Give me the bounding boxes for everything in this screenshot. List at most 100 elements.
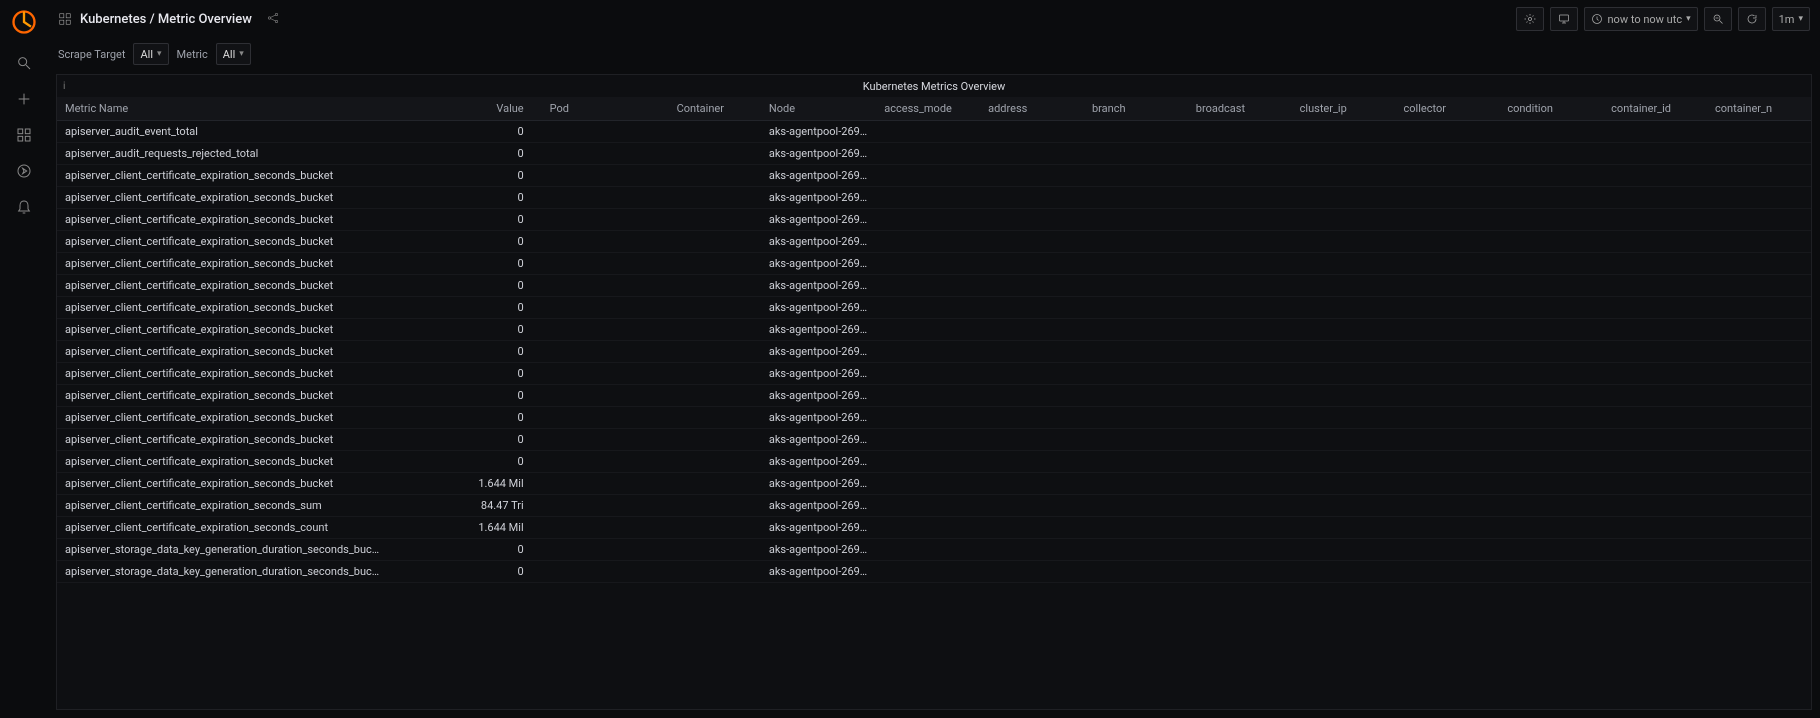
column-header[interactable]: Value <box>426 97 541 121</box>
metric-select[interactable]: All ▾ <box>216 43 251 65</box>
table-row[interactable]: apiserver_client_certificate_expiration_… <box>57 341 1811 363</box>
table-cell <box>1395 319 1499 341</box>
panel-title[interactable]: Kubernetes Metrics Overview <box>57 80 1811 93</box>
table-cell <box>542 121 669 143</box>
refresh-button[interactable] <box>1738 7 1766 31</box>
column-header[interactable]: broadcast <box>1188 97 1292 121</box>
table-cell: apiserver_client_certificate_expiration_… <box>57 297 426 319</box>
table-cell <box>1603 495 1707 517</box>
table-cell: apiserver_client_certificate_expiration_… <box>57 517 426 539</box>
table-cell <box>1707 561 1811 583</box>
table-row[interactable]: apiserver_audit_requests_rejected_total0… <box>57 143 1811 165</box>
table-cell <box>1292 297 1396 319</box>
table-cell: 0 <box>426 165 541 187</box>
settings-button[interactable] <box>1516 7 1544 31</box>
refresh-interval-picker[interactable]: 1m ▾ <box>1772 7 1810 31</box>
column-header[interactable]: Pod <box>542 97 669 121</box>
column-header[interactable]: branch <box>1084 97 1188 121</box>
table-cell <box>1603 429 1707 451</box>
table-row[interactable]: apiserver_client_certificate_expiration_… <box>57 165 1811 187</box>
table-cell <box>1395 517 1499 539</box>
table-cell <box>1603 253 1707 275</box>
table-cell <box>1395 407 1499 429</box>
table-cell <box>1707 429 1811 451</box>
table-cell <box>542 143 669 165</box>
table-row[interactable]: apiserver_client_certificate_expiration_… <box>57 297 1811 319</box>
table-cell <box>1395 429 1499 451</box>
table-row[interactable]: apiserver_client_certificate_expiration_… <box>57 253 1811 275</box>
explore-icon[interactable] <box>15 162 33 180</box>
column-header[interactable]: collector <box>1395 97 1499 121</box>
table-cell: 0 <box>426 143 541 165</box>
table-row[interactable]: apiserver_client_certificate_expiration_… <box>57 407 1811 429</box>
table-row[interactable]: apiserver_client_certificate_expiration_… <box>57 495 1811 517</box>
column-header[interactable]: cluster_ip <box>1292 97 1396 121</box>
table-cell <box>1292 473 1396 495</box>
table-row[interactable]: apiserver_client_certificate_expiration_… <box>57 429 1811 451</box>
table-cell <box>1395 209 1499 231</box>
column-header[interactable]: container_n <box>1707 97 1811 121</box>
table-row[interactable]: apiserver_client_certificate_expiration_… <box>57 473 1811 495</box>
panel-info-icon[interactable]: i <box>63 81 65 92</box>
column-header[interactable]: address <box>980 97 1084 121</box>
table-cell <box>1707 451 1811 473</box>
table-cell <box>669 539 761 561</box>
table-row[interactable]: apiserver_client_certificate_expiration_… <box>57 209 1811 231</box>
table-row[interactable]: apiserver_client_certificate_expiration_… <box>57 187 1811 209</box>
table-cell <box>1499 319 1603 341</box>
table-cell <box>669 253 761 275</box>
monitor-button[interactable] <box>1550 7 1578 31</box>
table-row[interactable]: apiserver_client_certificate_expiration_… <box>57 517 1811 539</box>
table-cell: 0 <box>426 275 541 297</box>
plus-icon[interactable] <box>15 90 33 108</box>
table-row[interactable]: apiserver_client_certificate_expiration_… <box>57 451 1811 473</box>
dashboard-title[interactable]: Kubernetes / Metric Overview <box>80 12 252 27</box>
table-cell <box>1188 297 1292 319</box>
table-cell: aks-agentpool-269… <box>761 275 876 297</box>
time-range-picker[interactable]: now to now utc ▾ <box>1584 7 1697 31</box>
column-header[interactable]: Container <box>669 97 761 121</box>
scrape-target-select[interactable]: All ▾ <box>133 43 168 65</box>
table-cell <box>1188 451 1292 473</box>
table-row[interactable]: apiserver_client_certificate_expiration_… <box>57 319 1811 341</box>
table-cell <box>876 275 980 297</box>
table-cell <box>1292 363 1396 385</box>
column-header[interactable]: access_mode <box>876 97 980 121</box>
table-cell: apiserver_client_certificate_expiration_… <box>57 363 426 385</box>
column-header[interactable]: Metric Name <box>57 97 426 121</box>
dashboards-icon[interactable] <box>15 126 33 144</box>
table-cell <box>980 363 1084 385</box>
column-header[interactable]: container_id <box>1603 97 1707 121</box>
share-icon[interactable] <box>266 11 280 28</box>
search-icon[interactable] <box>15 54 33 72</box>
column-header[interactable]: Node <box>761 97 876 121</box>
table-cell <box>1395 165 1499 187</box>
alerting-icon[interactable] <box>15 198 33 216</box>
table-cell <box>1707 363 1811 385</box>
table-cell <box>1292 429 1396 451</box>
column-header[interactable]: condition <box>1499 97 1603 121</box>
table-cell <box>1603 517 1707 539</box>
zoom-out-button[interactable] <box>1704 7 1732 31</box>
table-row[interactable]: apiserver_client_certificate_expiration_… <box>57 385 1811 407</box>
table-row[interactable]: apiserver_client_certificate_expiration_… <box>57 231 1811 253</box>
table-cell <box>1707 407 1811 429</box>
table-cell <box>980 187 1084 209</box>
table-row[interactable]: apiserver_client_certificate_expiration_… <box>57 275 1811 297</box>
table-row[interactable]: apiserver_storage_data_key_generation_du… <box>57 539 1811 561</box>
table-cell <box>542 561 669 583</box>
variable-filter-bar: Scrape Target All ▾ Metric All ▾ <box>48 38 1820 70</box>
table-cell <box>1292 319 1396 341</box>
table-cell <box>669 407 761 429</box>
table-cell <box>542 429 669 451</box>
table-cell <box>542 319 669 341</box>
table-cell <box>1292 561 1396 583</box>
table-cell <box>669 319 761 341</box>
table-row[interactable]: apiserver_audit_event_total0aks-agentpoo… <box>57 121 1811 143</box>
table-cell <box>980 429 1084 451</box>
table-cell <box>1603 539 1707 561</box>
table-row[interactable]: apiserver_client_certificate_expiration_… <box>57 363 1811 385</box>
grafana-logo-icon[interactable] <box>10 8 38 36</box>
table-cell <box>1499 539 1603 561</box>
table-row[interactable]: apiserver_storage_data_key_generation_du… <box>57 561 1811 583</box>
